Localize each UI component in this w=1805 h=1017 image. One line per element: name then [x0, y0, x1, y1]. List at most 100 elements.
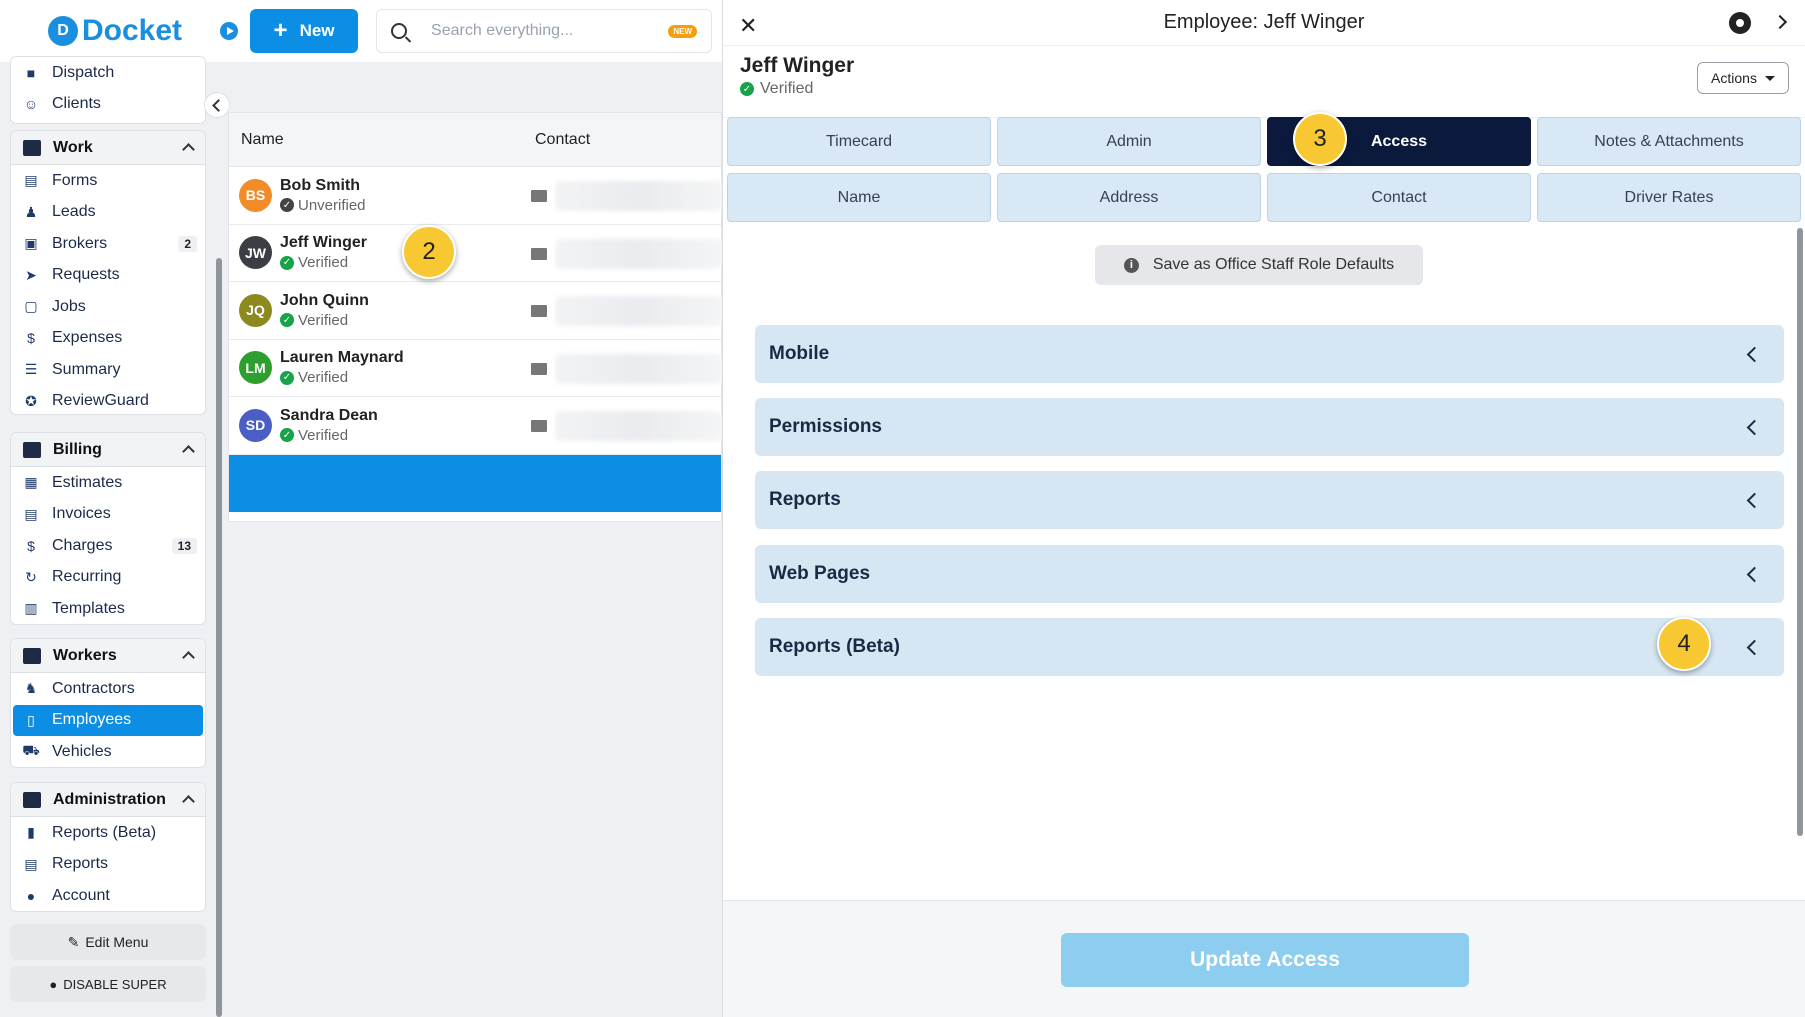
shield-icon: ●	[49, 976, 58, 992]
panel-tabs: Timecard Admin Access Notes & Attachment…	[727, 117, 1802, 222]
pencil-icon: ✎	[67, 933, 80, 950]
clipboard-icon: ▢	[24, 298, 38, 315]
check-circle-icon: ✓	[280, 428, 294, 443]
mail-icon[interactable]	[531, 305, 547, 317]
sidebar-scrollbar[interactable]	[216, 258, 222, 1017]
column-header-name[interactable]: Name	[229, 131, 535, 149]
table-row[interactable]: SD Sandra Dean ✓ Verified	[229, 397, 723, 455]
employee-verified-status: ✓ Verified	[740, 80, 813, 98]
tab-name[interactable]: Name	[727, 173, 991, 222]
sidebar-section-billing: Billing ▦ Estimates ▤ Invoices $ Charges 13 …	[10, 432, 206, 625]
employee-name: Lauren Maynard	[280, 349, 404, 367]
accordion-mobile[interactable]: Mobile	[755, 325, 1784, 383]
gear-icon[interactable]	[1729, 12, 1751, 34]
table-row[interactable]: BS Bob Smith ✓ Unverified	[229, 167, 723, 225]
collapse-sidebar-button[interactable]	[204, 92, 230, 118]
sidebar-item-employees[interactable]: ▯ Employees	[13, 704, 203, 736]
sidebar-item-estimates[interactable]: ▦ Estimates	[11, 467, 205, 499]
section-header-workers[interactable]: Workers	[11, 639, 205, 673]
star-badge-icon: ✪	[25, 392, 37, 409]
sidebar-item-invoices[interactable]: ▤ Invoices	[11, 499, 205, 531]
selected-row-highlight[interactable]	[229, 454, 721, 512]
actions-dropdown[interactable]: Actions	[1697, 62, 1789, 94]
briefcase-icon	[23, 139, 41, 156]
sidebar-item-templates[interactable]: ▥ Templates	[11, 593, 205, 625]
table-row[interactable]: LM Lauren Maynard ✓ Verified	[229, 340, 723, 397]
employee-name: Jeff Winger	[280, 234, 367, 252]
sidebar-item-reports[interactable]: ▤ Reports	[11, 849, 205, 881]
search-input[interactable]: Search everything... NEW	[376, 9, 713, 53]
accordion-web-pages[interactable]: Web Pages	[755, 545, 1784, 603]
sidebar-item-charges[interactable]: $ Charges 13	[11, 530, 205, 562]
sidebar-item-contractors[interactable]: ♞ Contractors	[11, 673, 205, 705]
sidebar-item-jobs[interactable]: ▢ Jobs	[11, 291, 205, 323]
step-marker-3: 3	[1293, 112, 1347, 166]
row-info: Sandra Dean ✓ Verified	[280, 407, 378, 444]
contractor-icon: ♞	[24, 680, 38, 697]
chevron-left-icon	[1746, 639, 1763, 656]
refresh-icon: ↻	[25, 568, 37, 585]
sidebar-item-clients[interactable]: ☺ Clients	[11, 88, 205, 119]
avatar: LM	[239, 351, 272, 385]
mail-icon[interactable]	[531, 247, 547, 260]
check-circle-icon: ✓	[280, 255, 294, 270]
contact-redacted	[555, 181, 723, 211]
panel-scrollbar[interactable]	[1797, 228, 1803, 836]
dollar-icon: $	[27, 537, 35, 554]
mail-icon[interactable]	[531, 362, 547, 375]
row-info: Jeff Winger ✓ Verified	[280, 234, 367, 271]
sidebar-item-reviewguard[interactable]: ✪ ReviewGuard	[11, 386, 205, 418]
close-icon[interactable]: ✕	[739, 13, 757, 39]
section-header-administration[interactable]: Administration	[11, 783, 205, 817]
row-info: Lauren Maynard ✓ Verified	[280, 349, 404, 386]
tab-timecard[interactable]: Timecard	[727, 117, 991, 166]
sidebar-item-summary[interactable]: ☰ Summary	[11, 354, 205, 386]
logo-text: Docket	[82, 14, 183, 47]
employee-status: ✓ Verified	[280, 312, 369, 329]
tab-driver-rates[interactable]: Driver Rates	[1537, 173, 1801, 222]
new-button[interactable]: + New	[250, 9, 359, 53]
sidebar-item-expenses[interactable]: $ Expenses	[11, 323, 205, 355]
sidebar-item-leads[interactable]: ♟ Leads	[11, 197, 205, 229]
table-row[interactable]: JW Jeff Winger ✓ Verified	[229, 225, 723, 282]
sidebar-item-vehicles[interactable]: ⛟ Vehicles	[11, 736, 205, 768]
accordion-permissions[interactable]: Permissions	[755, 398, 1784, 456]
chart-icon: ▮	[27, 824, 35, 841]
table-row[interactable]: JQ John Quinn ✓ Verified	[229, 282, 723, 340]
sidebar-item-forms[interactable]: ▤ Forms	[11, 165, 205, 197]
list-icon: ☰	[24, 361, 38, 378]
accordion-reports[interactable]: Reports	[755, 471, 1784, 529]
count-badge: 2	[178, 235, 197, 252]
contact-redacted	[555, 411, 723, 441]
tab-notes-attachments[interactable]: Notes & Attachments	[1537, 117, 1801, 166]
tab-admin[interactable]: Admin	[997, 117, 1261, 166]
chevron-up-icon	[182, 795, 195, 808]
sidebar-item-dispatch[interactable]: ■ Dispatch	[11, 57, 205, 88]
check-circle-icon: ✓	[280, 313, 294, 328]
update-access-button[interactable]: Update Access	[1061, 933, 1469, 987]
users-icon: ☺	[23, 95, 39, 112]
chevron-left-icon	[1746, 566, 1763, 583]
step-marker-2: 2	[402, 225, 456, 279]
edit-menu-button[interactable]: ✎ Edit Menu	[10, 924, 206, 960]
docket-logo[interactable]: D Docket	[48, 14, 182, 48]
tab-contact[interactable]: Contact	[1267, 173, 1531, 222]
tab-address[interactable]: Address	[997, 173, 1261, 222]
sidebar-item-reports-beta[interactable]: ▮ Reports (Beta)	[11, 817, 205, 849]
employee-name: John Quinn	[280, 291, 369, 309]
disable-super-button[interactable]: ● DISABLE SUPER	[10, 966, 206, 1002]
mail-icon[interactable]	[531, 420, 547, 432]
section-header-work[interactable]: Work	[11, 131, 205, 165]
avatar: BS	[239, 178, 272, 212]
section-header-billing[interactable]: Billing	[11, 433, 205, 467]
mail-icon[interactable]	[531, 190, 547, 202]
sidebar-item-recurring[interactable]: ↻ Recurring	[11, 562, 205, 594]
save-role-defaults-button[interactable]: i Save as Office Staff Role Defaults	[1095, 245, 1423, 285]
sidebar-item-account[interactable]: ● Account	[11, 880, 205, 912]
play-icon[interactable]	[220, 22, 239, 40]
accordion-reports-beta[interactable]: Reports (Beta)	[755, 618, 1784, 676]
sidebar-item-requests[interactable]: ➤ Requests	[11, 260, 205, 292]
sidebar-item-brokers[interactable]: ▣ Brokers 2	[11, 228, 205, 260]
column-header-contact[interactable]: Contact	[535, 131, 590, 149]
admin-icon	[23, 791, 41, 808]
